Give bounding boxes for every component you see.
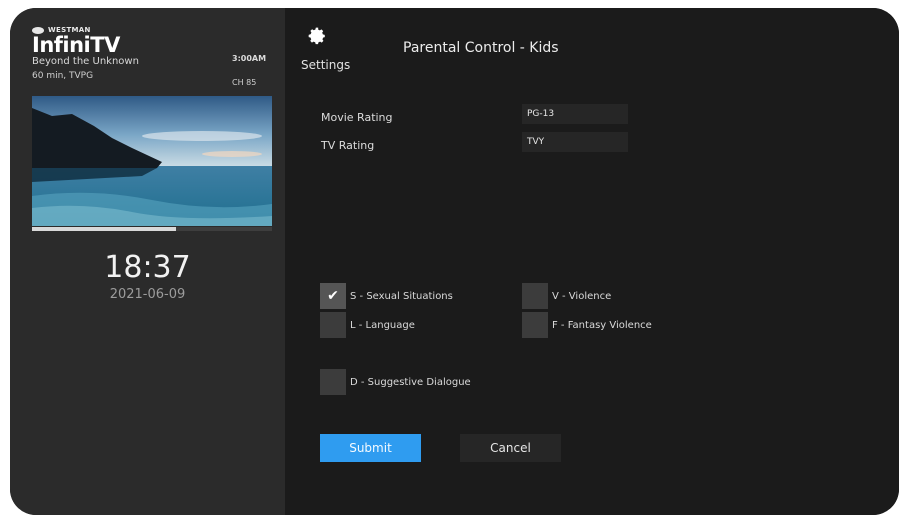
app-logo: InfiniTV: [32, 35, 120, 56]
program-time: 3:00AM: [232, 54, 267, 63]
checkbox[interactable]: ✔: [320, 283, 346, 309]
submit-button[interactable]: Submit: [320, 434, 421, 462]
flag-violence[interactable]: V - Violence: [522, 283, 611, 309]
cancel-button[interactable]: Cancel: [460, 434, 561, 462]
parental-control-panel: Settings Parental Control - Kids Movie R…: [285, 8, 899, 515]
checkbox[interactable]: [320, 369, 346, 395]
checkbox-label: V - Violence: [552, 290, 612, 302]
movie-rating-label: Movie Rating: [321, 111, 393, 124]
program-progress-bar: [32, 227, 272, 231]
gear-icon[interactable]: [307, 26, 327, 46]
flag-language[interactable]: L - Language: [320, 312, 415, 338]
clock-time: 18:37: [104, 250, 191, 285]
movie-rating-select[interactable]: PG-13: [522, 104, 628, 124]
checkbox-label: S - Sexual Situations: [350, 290, 453, 302]
tv-rating-label: TV Rating: [321, 139, 375, 152]
checkbox[interactable]: [522, 283, 548, 309]
flag-fantasy-violence[interactable]: F - Fantasy Violence: [522, 312, 652, 338]
checkbox[interactable]: [522, 312, 548, 338]
program-meta: 60 min, TVPG: [32, 71, 94, 81]
program-thumbnail: [32, 96, 272, 226]
checkbox-label: L - Language: [350, 319, 415, 331]
settings-label[interactable]: Settings: [301, 58, 350, 72]
checkbox-label: F - Fantasy Violence: [552, 319, 652, 331]
checkbox-label: D - Suggestive Dialogue: [350, 376, 471, 388]
tv-rating-select[interactable]: TVY: [522, 132, 628, 152]
program-channel: CH 85: [232, 78, 257, 87]
now-playing-panel: WESTMAN InfiniTV Beyond the Unknown 60 m…: [10, 8, 285, 515]
checkbox[interactable]: [320, 312, 346, 338]
program-progress-fill: [32, 227, 176, 231]
clock-date: 2021-06-09: [109, 287, 186, 302]
tv-screen: WESTMAN InfiniTV Beyond the Unknown 60 m…: [10, 8, 899, 515]
flag-suggestive-dialogue[interactable]: D - Suggestive Dialogue: [320, 369, 471, 395]
flag-sexual-situations[interactable]: ✔ S - Sexual Situations: [320, 283, 453, 309]
logo-suffix: TV: [90, 33, 120, 57]
checkmark-icon: ✔: [327, 288, 339, 304]
page-title: Parental Control - Kids: [403, 40, 559, 56]
logo-prefix: Infini: [32, 33, 91, 57]
program-title: Beyond the Unknown: [32, 56, 139, 67]
